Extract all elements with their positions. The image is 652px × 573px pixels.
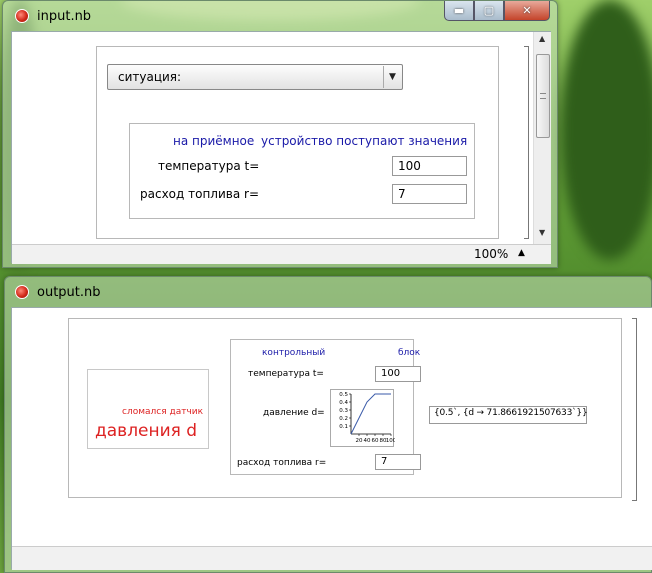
zoom-menu-icon[interactable]: ▲: [518, 248, 525, 258]
pressure-graph[interactable]: 0.1 0.2 0.3 0.4 0.5 20 40 60 80 100: [330, 389, 395, 447]
maximize-button[interactable]: ▢: [474, 1, 504, 21]
output-window: output.nb сломался датчик давления d кон…: [4, 276, 652, 573]
x-tick-label: 60: [372, 438, 379, 444]
output-temperature-value[interactable]: 100: [375, 366, 421, 382]
cell-bracket[interactable]: [632, 318, 637, 501]
input-window-title: input.nb: [37, 8, 92, 24]
input-heading-part2: устройство поступают значения: [261, 134, 468, 148]
output-fuel-label: расход топлива r=: [237, 458, 327, 468]
y-tick-label: 0.4: [339, 400, 348, 406]
close-icon: ✕: [522, 4, 532, 17]
x-tick-label: 20: [356, 438, 363, 444]
grip-icon: [540, 93, 546, 99]
scroll-thumb[interactable]: [536, 54, 550, 138]
y-tick-label: 0.5: [339, 392, 348, 398]
minimize-button[interactable]: ▬: [444, 1, 474, 21]
scroll-down-icon[interactable]: ▼: [539, 228, 545, 237]
chevron-down-icon[interactable]: ▼: [383, 66, 401, 88]
pressure-series-line: [350, 393, 391, 435]
control-heading-right: блок: [398, 348, 421, 358]
x-tick-label: 40: [364, 438, 371, 444]
maximize-icon: ▢: [483, 4, 495, 17]
output-window-title: output.nb: [37, 284, 101, 300]
y-tick-label: 0.3: [339, 408, 348, 414]
control-heading-left: контрольный: [262, 348, 326, 358]
y-tick-label: 0.1: [339, 424, 348, 430]
fuel-label: расход топлива r=: [140, 187, 259, 201]
minimize-icon: ▬: [453, 4, 465, 17]
scroll-up-icon[interactable]: ▲: [539, 34, 545, 43]
y-tick-label: 0.2: [339, 416, 348, 422]
background-tree: [560, 0, 652, 260]
status-bar: [12, 546, 652, 570]
result-text: {0.5`, {d → 71.8661921507633`}}: [434, 408, 588, 418]
error-message-small: сломался датчик: [122, 407, 204, 417]
input-window: input.nb ▬ ▢ ✕ ▲ ▼ 100% ▲ ситуация: ▼ на…: [2, 0, 558, 268]
output-titlebar[interactable]: output.nb: [5, 277, 651, 307]
cell-bracket[interactable]: [524, 46, 529, 239]
status-bar: 100% ▲: [12, 244, 551, 264]
pressure-chart: 0.10.20.30.40.520 40 60 80 100: [339, 392, 395, 444]
mathematica-icon: [15, 9, 29, 23]
zoom-level[interactable]: 100%: [474, 247, 508, 261]
error-message-large: давления d: [95, 421, 198, 441]
output-temperature-label: температура t=: [248, 369, 324, 379]
temperature-input[interactable]: 100: [392, 156, 467, 176]
situation-dropdown[interactable]: ситуация: ▼: [107, 64, 403, 90]
fuel-input[interactable]: 7: [392, 184, 467, 204]
input-window-controls: ▬ ▢ ✕: [444, 1, 550, 21]
pressure-label: давление d=: [263, 408, 325, 418]
mathematica-icon: [15, 285, 29, 299]
dropdown-label: ситуация:: [118, 70, 182, 84]
close-button[interactable]: ✕: [504, 1, 550, 21]
x-tick-label: 100: [386, 438, 395, 444]
input-heading-part1: на приёмное: [173, 134, 255, 148]
output-fuel-value[interactable]: 7: [375, 454, 421, 470]
vertical-scrollbar[interactable]: ▲ ▼: [533, 32, 551, 244]
temperature-label: температура t=: [158, 159, 260, 173]
